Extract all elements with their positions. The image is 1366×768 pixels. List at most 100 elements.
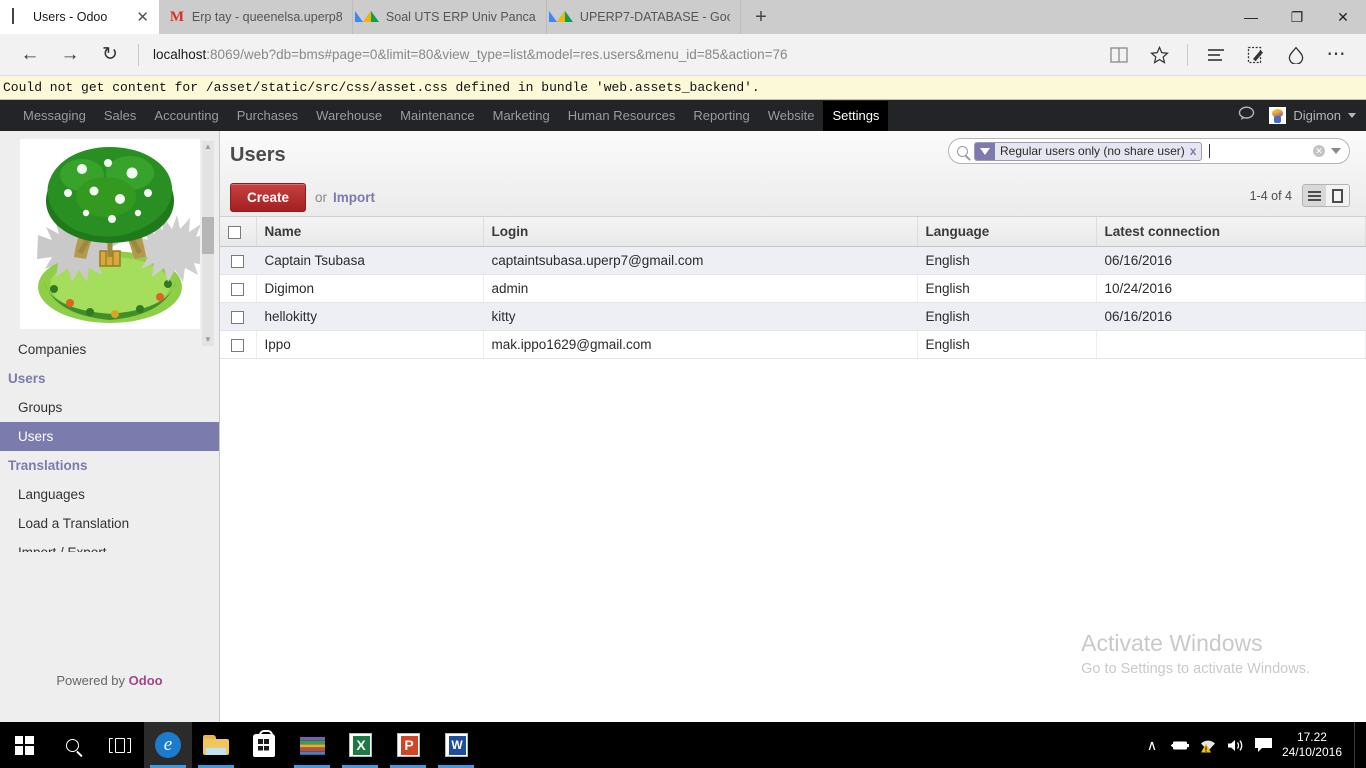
new-tab-button[interactable]: +	[741, 0, 781, 34]
winrar-books-icon	[299, 735, 325, 756]
row-checkbox[interactable]	[231, 310, 245, 324]
start-button[interactable]	[0, 722, 48, 768]
user-menu[interactable]: Digimon	[1269, 107, 1356, 124]
menu-item-messaging[interactable]: Messaging	[14, 101, 95, 131]
cell-latest-connection: 06/16/2016	[1096, 246, 1366, 275]
search-button[interactable]	[48, 722, 96, 768]
menu-item-purchases[interactable]: Purchases	[228, 101, 307, 131]
chat-bubble-icon[interactable]	[1238, 105, 1255, 126]
back-icon[interactable]: ←	[10, 39, 50, 71]
table-row[interactable]: Captain Tsubasa captaintsubasa.uperp7@gm…	[220, 246, 1366, 275]
tab-title: UPERP7-DATABASE - Googl	[579, 10, 730, 24]
web-note-icon[interactable]	[1236, 39, 1276, 71]
forward-icon[interactable]: →	[50, 39, 90, 71]
more-icon[interactable]: ⋯	[1316, 39, 1356, 71]
cell-language: English	[917, 330, 1097, 359]
sidebar-item-companies[interactable]: Companies	[0, 335, 219, 364]
menu-item-human-resources[interactable]: Human Resources	[559, 101, 685, 131]
edge-button[interactable]: e	[144, 722, 192, 768]
hub-icon[interactable]	[1196, 39, 1236, 71]
browser-tab-2[interactable]: Soal UTS ERP Univ Pancasila	[352, 0, 547, 34]
sidebar-item-load-a-translation[interactable]: Load a Translation	[0, 509, 219, 538]
column-header-language[interactable]: Language	[917, 217, 1097, 247]
windows-taskbar: e ∧	[0, 722, 1366, 768]
winrar-button[interactable]	[288, 722, 336, 768]
close-button[interactable]: ✕	[1320, 0, 1366, 34]
column-header-login[interactable]: Login	[483, 217, 918, 247]
task-view-button[interactable]	[96, 722, 144, 768]
select-all-checkbox[interactable]	[228, 225, 241, 239]
favorites-star-icon[interactable]	[1139, 39, 1179, 71]
powerpoint-button[interactable]	[384, 722, 432, 768]
word-button[interactable]	[432, 722, 480, 768]
excel-button[interactable]	[336, 722, 384, 768]
table-row[interactable]: Ippo mak.ippo1629@gmail.com English	[220, 330, 1366, 359]
search-icon	[65, 738, 79, 752]
browser-tab-3[interactable]: UPERP7-DATABASE - Googl	[546, 0, 741, 34]
sidebar-scrollbar[interactable]: ▲ ▼	[202, 141, 214, 346]
scrollbar-thumb[interactable]	[202, 217, 214, 254]
sidebar-item-languages[interactable]: Languages	[0, 480, 219, 509]
create-button[interactable]: Create	[230, 182, 307, 212]
row-checkbox[interactable]	[231, 254, 245, 268]
tab-title: Users - Odoo	[33, 10, 108, 24]
address-bar[interactable]: localhost:8069/web?db=bms#page=0&limit=8…	[147, 40, 1099, 70]
table-row[interactable]: Digimon admin English 10/24/2016	[220, 274, 1366, 303]
sidebar-item-groups[interactable]: Groups	[0, 393, 219, 422]
menu-item-accounting[interactable]: Accounting	[145, 101, 227, 131]
divider	[1187, 43, 1188, 66]
cell-latest-connection: 10/24/2016	[1096, 274, 1366, 303]
menu-item-maintenance[interactable]: Maintenance	[391, 101, 483, 131]
row-checkbox[interactable]	[231, 282, 245, 296]
system-tray: ∧ 17.22 24/10/2016	[1138, 722, 1366, 768]
import-link[interactable]: Import	[333, 190, 375, 205]
form-view-button[interactable]	[1326, 185, 1349, 206]
or-label: or	[315, 189, 328, 205]
refresh-icon[interactable]: ↻	[90, 39, 130, 71]
close-icon[interactable]: ✕	[136, 10, 149, 25]
action-center-icon[interactable]	[1250, 722, 1278, 768]
taskbar-clock[interactable]: 17.22 24/10/2016	[1278, 730, 1350, 760]
menu-item-sales[interactable]: Sales	[95, 101, 146, 131]
facet-remove-icon[interactable]: x	[1190, 144, 1202, 158]
cell-name: Ippo	[256, 330, 484, 359]
show-desktop-button[interactable]	[1354, 722, 1360, 768]
menu-item-website[interactable]: Website	[759, 101, 824, 131]
odoo-app: Messaging Sales Accounting Purchases War…	[0, 100, 1366, 722]
battery-icon[interactable]	[1166, 722, 1194, 768]
table-row[interactable]: hellokitty kitty English 06/16/2016	[220, 302, 1366, 331]
error-message: Could not get content for /asset/static/…	[3, 80, 760, 95]
menu-item-marketing[interactable]: Marketing	[484, 101, 559, 131]
store-button[interactable]	[240, 722, 288, 768]
volume-icon[interactable]	[1222, 722, 1250, 768]
sidebar-heading-translations: Translations	[8, 458, 88, 473]
restore-button[interactable]: ❐	[1274, 0, 1320, 34]
show-hidden-icons-icon[interactable]: ∧	[1138, 722, 1166, 768]
share-icon[interactable]	[1276, 39, 1316, 71]
scroll-down-icon[interactable]: ▼	[202, 334, 214, 346]
search-facet[interactable]: Regular users only (no share user) x	[974, 141, 1203, 161]
column-header-latest-connection[interactable]: Latest connection	[1096, 217, 1366, 247]
list-view-button[interactable]	[1303, 185, 1326, 206]
row-checkbox[interactable]	[231, 338, 245, 352]
tab-title: Erp tay - queenelsa.uperp8(	[191, 10, 342, 24]
minimize-button[interactable]: —	[1228, 0, 1274, 34]
network-warning-icon[interactable]	[1194, 722, 1222, 768]
reading-view-icon[interactable]	[1099, 39, 1139, 71]
browser-tab-0[interactable]: Users - Odoo ✕	[0, 0, 159, 34]
scroll-up-icon[interactable]: ▲	[202, 141, 214, 153]
search-input[interactable]: Regular users only (no share user) x ✕	[948, 138, 1350, 164]
menu-item-warehouse[interactable]: Warehouse	[307, 101, 391, 131]
column-header-name[interactable]: Name	[256, 217, 484, 247]
file-explorer-button[interactable]	[192, 722, 240, 768]
users-table: Name Login Language Latest connection Ca…	[220, 217, 1366, 359]
chevron-down-icon[interactable]	[1331, 148, 1341, 154]
menu-item-reporting[interactable]: Reporting	[684, 101, 758, 131]
sidebar-item-import-export[interactable]: Import / Export	[0, 538, 219, 552]
url-path: :8069/web?db=bms#page=0&limit=80&view_ty…	[206, 47, 788, 62]
menu-item-settings[interactable]: Settings	[823, 100, 889, 131]
control-panel: Users Create or Import Regular users onl…	[220, 131, 1366, 217]
browser-tab-1[interactable]: M Erp tay - queenelsa.uperp8(	[158, 0, 353, 34]
clear-search-icon[interactable]: ✕	[1313, 145, 1325, 157]
sidebar-item-users[interactable]: Users	[0, 422, 219, 451]
